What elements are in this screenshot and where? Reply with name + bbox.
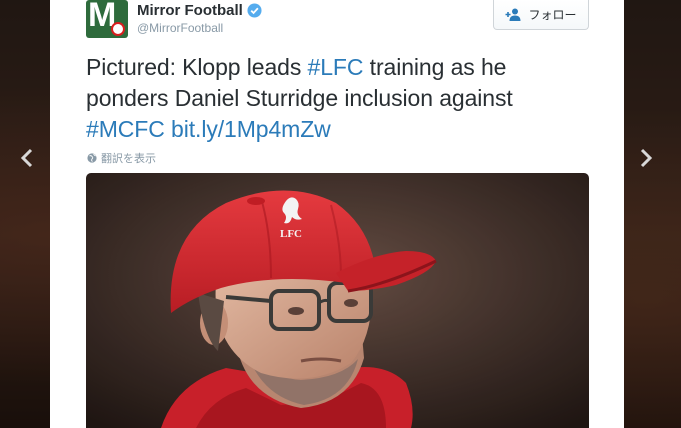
chevron-right-icon — [640, 148, 653, 168]
author-name-row[interactable]: Mirror Football — [137, 2, 262, 19]
follow-button[interactable]: フォロー — [493, 0, 589, 30]
translate-button[interactable]: 翻訳を表示 — [87, 150, 156, 166]
follow-label: フォロー — [528, 8, 577, 22]
hashtag-lfc-link[interactable]: #LFC — [308, 54, 364, 80]
translate-label: 翻訳を表示 — [101, 153, 156, 165]
klopp-photo: LFC — [86, 173, 589, 428]
avatar[interactable]: M — [86, 0, 128, 38]
globe-icon — [87, 153, 97, 163]
display-name[interactable]: Mirror Football — [137, 2, 243, 19]
tweet-photo[interactable]: LFC — [86, 173, 589, 428]
hashtag-mcfc-link[interactable]: #MCFC — [86, 116, 165, 142]
tweet-card: M Mirror Football @MirrorFootball フォロー P… — [50, 0, 624, 428]
tweet-text: Pictured: Klopp leads #LFC training as h… — [86, 52, 586, 145]
previous-arrow[interactable] — [16, 146, 38, 170]
add-user-icon — [505, 8, 521, 21]
verified-badge-icon — [247, 3, 262, 18]
short-url-link[interactable]: bit.ly/1Mp4mZw — [171, 116, 331, 142]
football-icon — [111, 22, 125, 36]
next-arrow[interactable] — [635, 146, 657, 170]
tweet-text-part1: Pictured: Klopp leads — [86, 54, 308, 80]
screen-name[interactable]: @MirrorFootball — [137, 21, 223, 35]
chevron-left-icon — [20, 148, 33, 168]
cap-logo-text: LFC — [280, 228, 302, 240]
